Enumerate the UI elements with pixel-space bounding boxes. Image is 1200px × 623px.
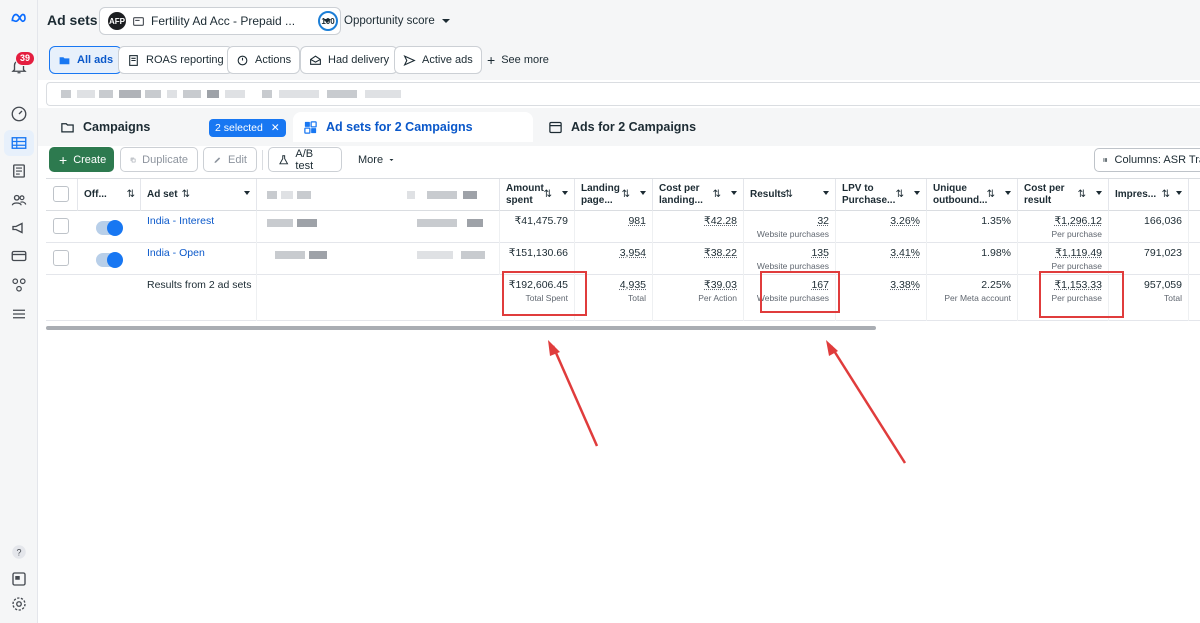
arrow-to-amount xyxy=(551,345,599,447)
arrow-to-results xyxy=(829,345,907,464)
annotation-arrows xyxy=(548,340,907,464)
arrowhead-amount xyxy=(548,340,560,356)
